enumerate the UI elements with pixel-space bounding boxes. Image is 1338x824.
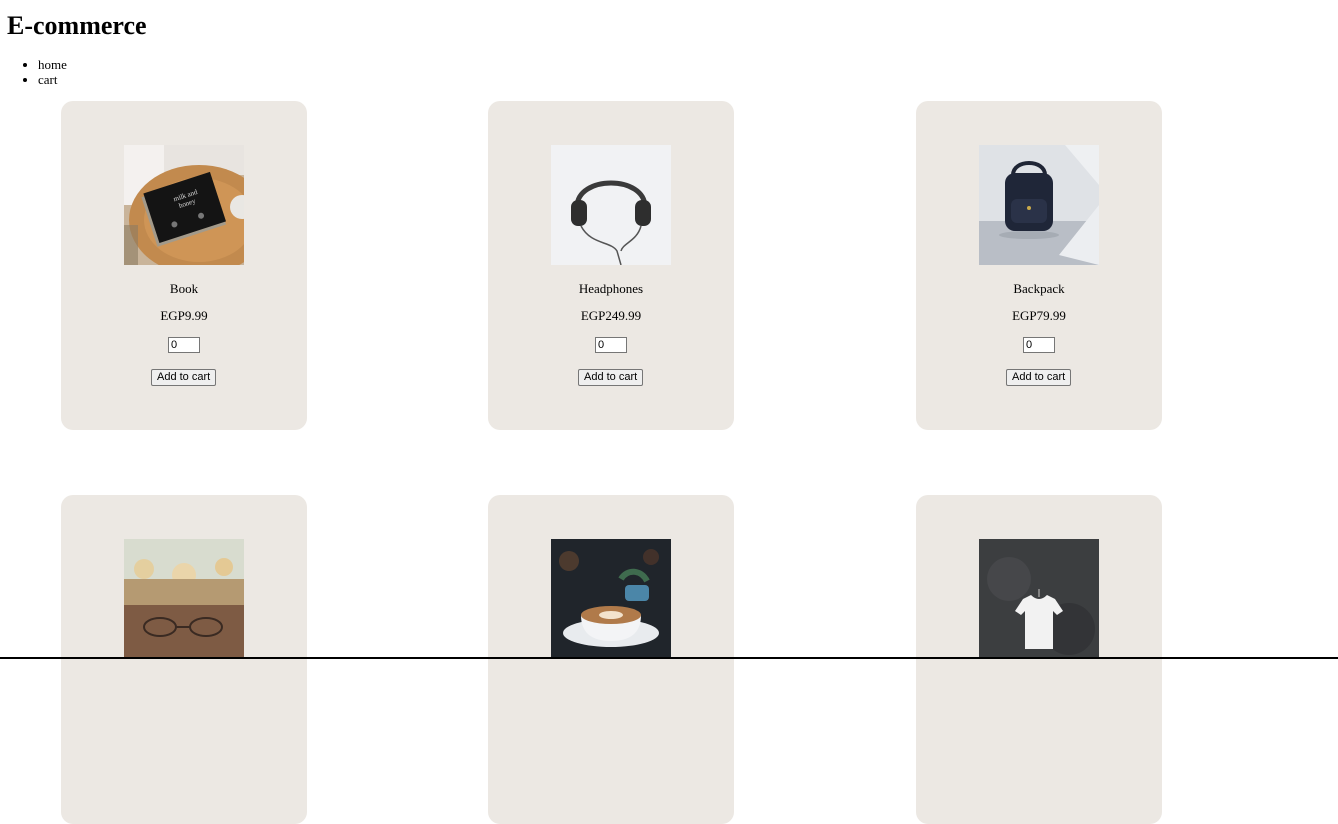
product-name: Headphones [578, 281, 644, 296]
product-price: EGP79.99 [1012, 308, 1066, 323]
headphones-image [551, 145, 671, 265]
product-card [61, 495, 307, 824]
quantity-input[interactable] [595, 337, 627, 353]
product-name: Backpack [1013, 281, 1065, 296]
product-card [916, 495, 1162, 824]
product-card: Backpack EGP79.99 Add to cart [916, 101, 1162, 430]
quantity-input[interactable] [168, 337, 200, 353]
backpack-image [979, 145, 1099, 265]
product-card: Headphones EGP249.99 Add to cart [488, 101, 734, 430]
book-image: milk and honey [124, 145, 244, 265]
product-grid: milk and honey Book EGP9.99 Add to cart … [0, 0, 1338, 824]
tshirt-image [979, 539, 1099, 659]
glasses-image [124, 539, 244, 659]
product-name: Book [169, 281, 199, 296]
add-to-cart-button[interactable]: Add to cart [578, 369, 644, 386]
product-price: EGP249.99 [580, 308, 642, 323]
coffee-image [551, 539, 671, 659]
add-to-cart-button[interactable]: Add to cart [1006, 369, 1072, 386]
quantity-input[interactable] [1023, 337, 1055, 353]
product-card: milk and honey Book EGP9.99 Add to cart [61, 101, 307, 430]
product-price: EGP9.99 [160, 308, 208, 323]
product-card [488, 495, 734, 824]
add-to-cart-button[interactable]: Add to cart [151, 369, 217, 386]
